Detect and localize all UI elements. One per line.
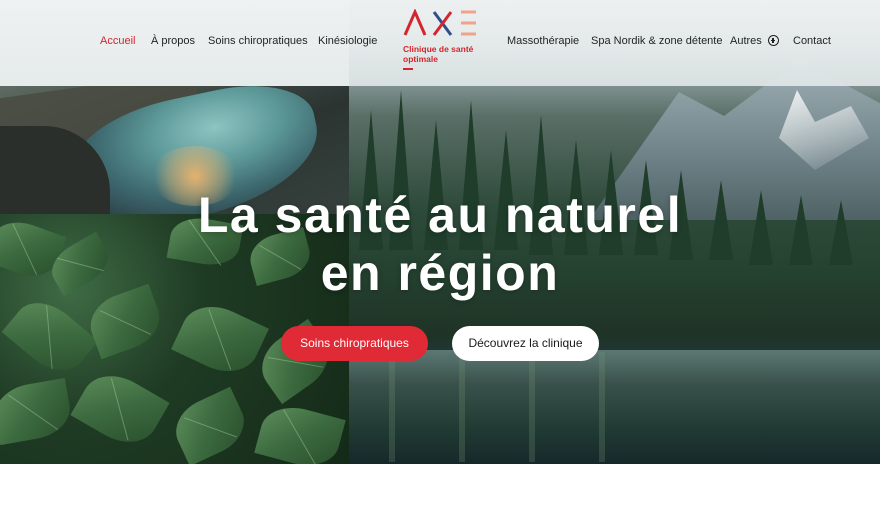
logo-icon xyxy=(403,9,476,36)
site-header: Accueil À propos Soins chiropratiques Ki… xyxy=(0,0,880,86)
page: Accueil À propos Soins chiropratiques Ki… xyxy=(0,0,880,520)
nav-item-autres[interactable]: Autres xyxy=(730,34,779,48)
nav-item-soins-chiropratiques[interactable]: Soins chiropratiques xyxy=(208,34,308,48)
brand-name-line2: optimale xyxy=(403,54,438,64)
decouvrez-la-clinique-button[interactable]: Découvrez la clinique xyxy=(452,326,599,361)
nav-item-kinesiologie[interactable]: Kinésiologie xyxy=(318,34,377,48)
hero-title: La santé au naturel en région xyxy=(140,186,740,302)
nav-item-a-propos[interactable]: À propos xyxy=(151,34,195,48)
hero-title-line2: en région xyxy=(320,245,560,301)
logo[interactable]: Clinique de santé optimale xyxy=(403,9,483,73)
nav-item-accueil[interactable]: Accueil xyxy=(100,34,135,48)
brand-name-line1: Clinique de santé xyxy=(403,44,474,54)
hero-title-line1: La santé au naturel xyxy=(197,187,683,243)
nav-item-spa-nordik[interactable]: Spa Nordik & zone détente xyxy=(591,34,722,48)
nav-item-contact[interactable]: Contact xyxy=(793,34,831,48)
nav-item-massotherapie[interactable]: Massothérapie xyxy=(507,34,579,48)
soins-chiropratiques-button[interactable]: Soins chiropratiques xyxy=(281,326,428,361)
brand-name: Clinique de santé optimale xyxy=(403,44,473,64)
nav-item-autres-label: Autres xyxy=(730,35,762,47)
plus-circle-icon xyxy=(767,35,779,46)
logo-underline xyxy=(403,68,413,70)
